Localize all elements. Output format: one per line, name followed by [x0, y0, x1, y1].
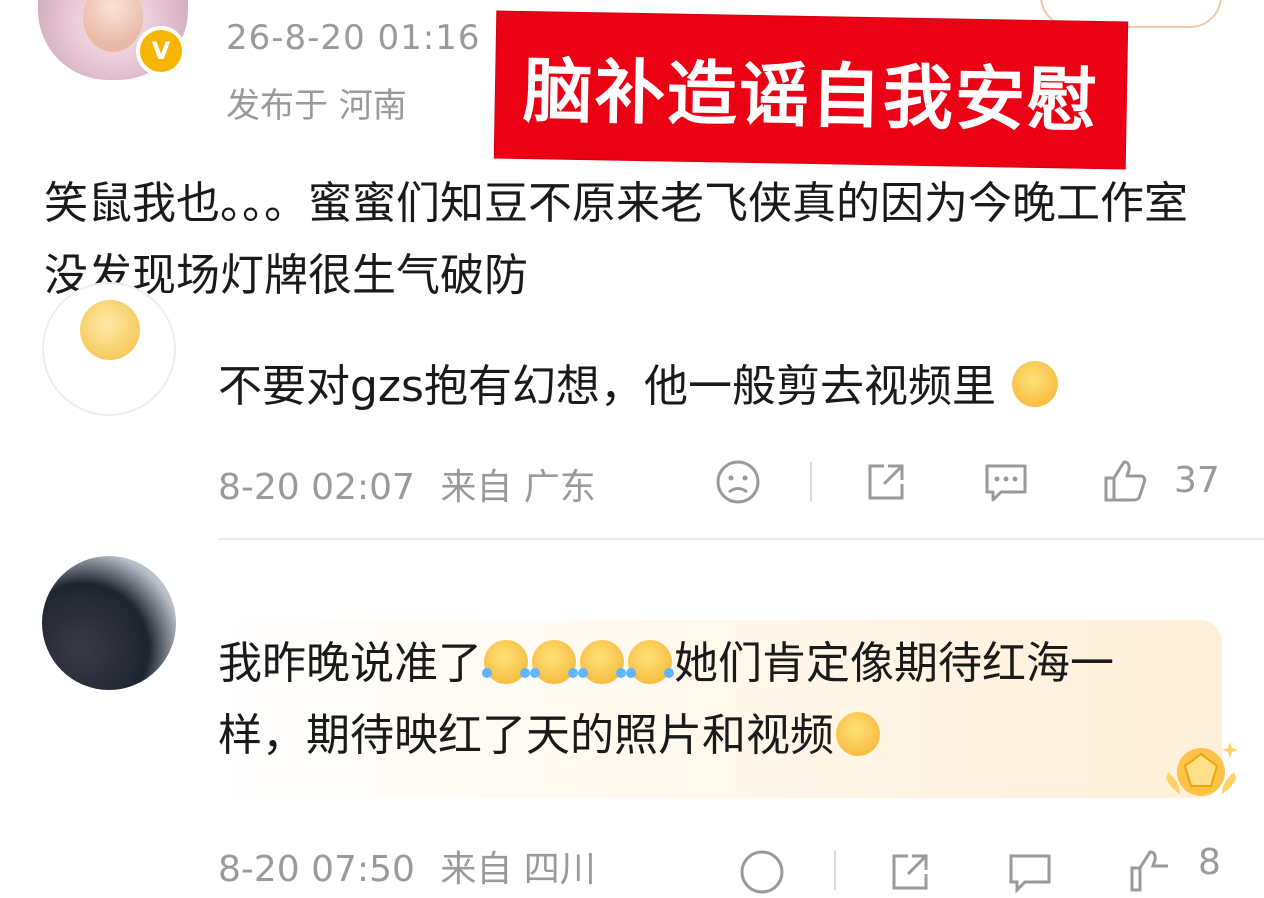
action-divider	[834, 850, 836, 890]
tears-of-joy-emoji-icon	[578, 640, 626, 684]
tears-of-joy-emoji-icon	[530, 640, 578, 684]
post-time: 26-8-20 01:16	[226, 18, 481, 58]
post-text: 笑鼠我也。。。蜜蜜们知豆不原来老飞侠真的因为今晚工作室没发现场灯牌很生气破防	[44, 178, 1188, 301]
smile-emoji-icon	[1011, 361, 1058, 407]
thinking-emoji-icon	[836, 712, 880, 756]
like-icon[interactable]	[1098, 454, 1152, 508]
comment-location: 来自 广东	[440, 467, 596, 508]
post-location: 发布于 河南	[226, 86, 407, 126]
like-count: 8	[1198, 842, 1221, 883]
comment-location: 来自 四川	[440, 849, 596, 890]
reply-icon[interactable]	[980, 456, 1032, 508]
comment-text: 不要对gzs抱有幻想，他一般剪去视频里	[218, 350, 1060, 414]
comment-text: 我昨晚说准了 她们肯定像期待红海一样，期待映红了天的照片和视频	[218, 628, 1198, 772]
comment-time: 8-20 02:07	[218, 467, 415, 508]
avatar-image	[80, 300, 140, 360]
share-icon[interactable]	[884, 846, 936, 898]
reply-icon[interactable]	[1004, 846, 1056, 898]
like-count: 37	[1174, 460, 1220, 501]
commenter-avatar[interactable]	[42, 282, 176, 416]
comment-text-part1: 我昨晚说准了	[218, 638, 482, 689]
dislike-icon[interactable]	[712, 456, 764, 508]
avatar-face	[83, 0, 143, 52]
tears-of-joy-emoji-icon	[482, 640, 530, 684]
action-divider	[810, 462, 812, 502]
like-icon[interactable]	[1124, 844, 1178, 898]
commenter-avatar[interactable]	[42, 556, 176, 690]
comment-meta: 8-20 07:50 来自 四川	[218, 840, 596, 892]
comment-text-body: 不要对gzs抱有幻想，他一般剪去视频里	[218, 361, 996, 412]
comment-meta: 8-20 02:07 来自 广东	[218, 458, 596, 510]
vip-gem-icon	[1160, 732, 1242, 808]
comment-time: 8-20 07:50	[218, 849, 415, 890]
comment-divider	[218, 538, 1264, 540]
dislike-icon[interactable]	[736, 846, 788, 898]
vip-badge-icon: V	[136, 26, 186, 76]
share-icon[interactable]	[860, 456, 912, 508]
tears-of-joy-emoji-icon	[626, 640, 674, 684]
overlay-banner: 脑补造谣自我安慰	[494, 11, 1128, 169]
